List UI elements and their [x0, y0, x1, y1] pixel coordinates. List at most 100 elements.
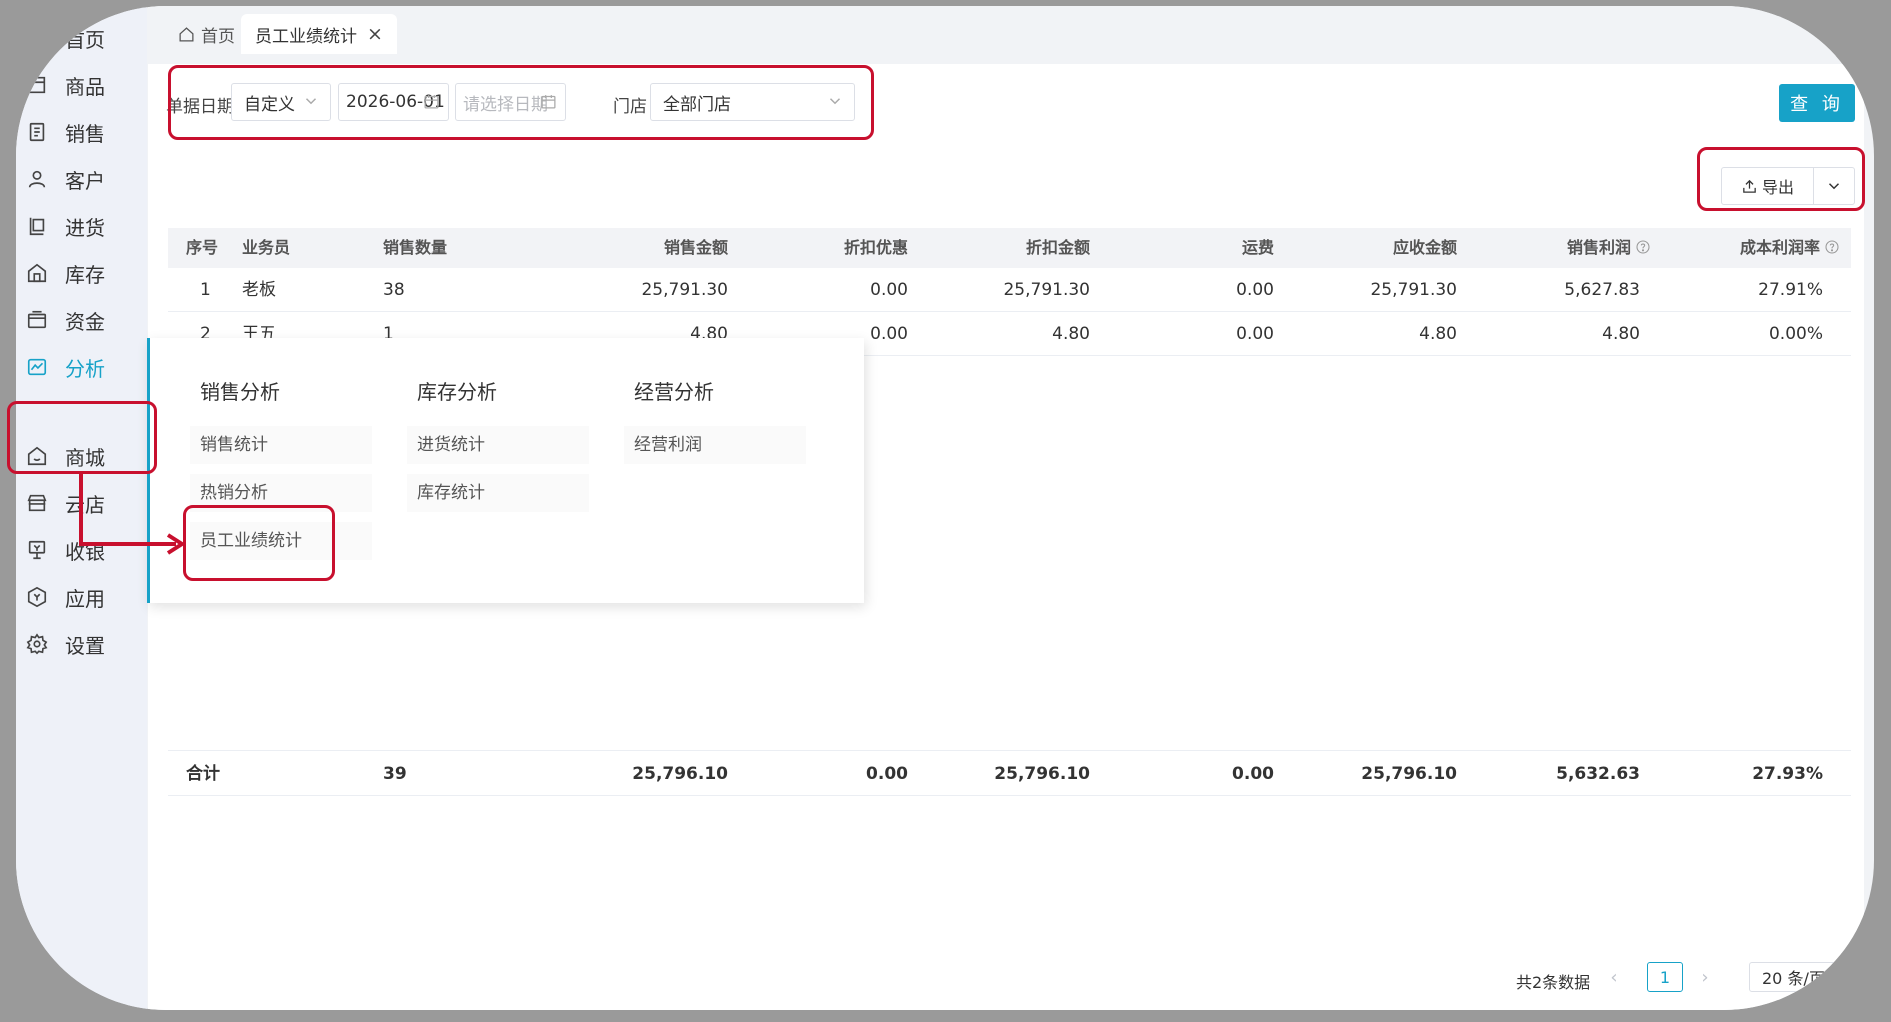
summary-freight: 0.00: [1232, 764, 1274, 784]
annotation-box-analysis: [7, 401, 157, 474]
summary-qty: 39: [383, 764, 407, 784]
col-header-discount[interactable]: 折扣优惠: [798, 228, 908, 268]
tab-label: 首页: [201, 26, 235, 47]
pager-total: 共2条数据: [1516, 973, 1591, 992]
cell-freight: 0.00: [1236, 324, 1274, 344]
analysis-icon: [26, 356, 48, 378]
col-header-profit[interactable]: 销售利润: [1567, 228, 1651, 268]
customer-icon: [26, 168, 48, 190]
table-row[interactable]: 1 老板 38 25,791.30 0.00 25,791.30 0.00 25…: [168, 268, 1851, 312]
purchase-icon: [26, 215, 48, 237]
sidebar-item-label: 收银: [65, 539, 105, 564]
col-header-margin[interactable]: 成本利润率: [1740, 228, 1840, 268]
cell-profit: 4.80: [1602, 324, 1640, 344]
table-header: 序号 业务员 销售数量 销售金额 折扣优惠 折扣金额 运费 应收金额 销售利润 …: [168, 228, 1851, 268]
close-icon[interactable]: ×: [367, 23, 383, 45]
sidebar-item-customer[interactable]: 客户: [16, 159, 147, 199]
sidebar-item-label: 云店: [65, 492, 105, 517]
annotation-box-export: [1697, 147, 1865, 211]
sidebar-item-label: 进货: [65, 215, 105, 240]
sidebar-item-product[interactable]: 商品: [16, 65, 147, 105]
sidebar-item-label: 设置: [65, 633, 105, 658]
col-header-receivable[interactable]: 应收金额: [1347, 228, 1457, 268]
col-header-amount[interactable]: 销售金额: [618, 228, 728, 268]
cell-receivable: 25,791.30: [1370, 280, 1457, 300]
cashier-icon: [26, 539, 48, 561]
funds-icon: [26, 309, 48, 331]
menu-group-title: 库存分析: [417, 380, 497, 404]
page-number-button[interactable]: 1: [1647, 962, 1683, 992]
cell-no: 1: [200, 280, 211, 300]
summary-profit: 5,632.63: [1556, 764, 1640, 784]
page-size-select[interactable]: 20 条/页: [1749, 962, 1839, 992]
sidebar-item-apps[interactable]: 应用: [16, 577, 147, 617]
menu-group-title: 销售分析: [200, 380, 280, 404]
inventory-icon: [26, 262, 48, 284]
menu-item-purchase-stats[interactable]: 进货统计: [407, 426, 589, 464]
sidebar-item-settings[interactable]: 设置: [16, 624, 147, 664]
prev-page-icon[interactable]: ‹: [1602, 962, 1626, 992]
menu-group-title: 经营分析: [634, 380, 714, 404]
sidebar-item-label: 销售: [65, 121, 105, 146]
col-header-profit-label: 销售利润: [1567, 238, 1632, 257]
home-icon: [179, 26, 194, 42]
cell-receivable: 4.80: [1419, 324, 1457, 344]
annotation-box-filters: [168, 65, 874, 140]
summary-margin: 27.93%: [1752, 764, 1823, 784]
tab-bar: 首页 员工业绩统计 ×: [148, 6, 1874, 56]
sidebar-item-label: 库存: [65, 262, 105, 287]
cell-margin: 0.00%: [1768, 324, 1823, 344]
cell-margin: 27.91%: [1758, 280, 1823, 300]
sidebar-item-label: 首页: [65, 27, 105, 52]
cell-disc-amount: 25,791.30: [1003, 280, 1090, 300]
apps-icon: [26, 586, 48, 608]
sidebar-item-label: 资金: [65, 309, 105, 334]
sidebar-item-label: 分析: [65, 356, 105, 381]
next-page-icon[interactable]: ›: [1693, 962, 1717, 992]
sidebar: 首页 商品 销售 客户 进货 库存 资金 分析 商城 云店 收银 应用 设置: [16, 6, 147, 1010]
col-header-staff[interactable]: 业务员: [242, 228, 290, 268]
summary-discount: 0.00: [866, 764, 908, 784]
sales-icon: [26, 121, 48, 143]
col-header-qty[interactable]: 销售数量: [383, 228, 447, 268]
cell-freight: 0.00: [1236, 280, 1274, 300]
menu-item-operating-profit[interactable]: 经营利润: [624, 426, 806, 464]
sidebar-item-cashier[interactable]: 收银: [16, 530, 147, 570]
menu-item-inventory-stats[interactable]: 库存统计: [407, 474, 589, 512]
cell-discount: 0.00: [870, 280, 908, 300]
cloud-store-icon: [26, 492, 48, 514]
sidebar-item-sales[interactable]: 销售: [16, 112, 147, 152]
product-icon: [26, 74, 48, 96]
sidebar-item-label: 客户: [65, 168, 105, 193]
col-header-no[interactable]: 序号: [186, 228, 218, 268]
cell-amount: 25,791.30: [641, 280, 728, 300]
sidebar-item-label: 商品: [65, 74, 105, 99]
help-icon[interactable]: [1824, 239, 1840, 255]
cell-staff: 老板: [242, 280, 276, 300]
tab-label: 员工业绩统计: [255, 26, 357, 47]
summary-disc-amount: 25,796.10: [994, 764, 1090, 784]
sidebar-item-cloud-store[interactable]: 云店: [16, 483, 147, 523]
col-header-margin-label: 成本利润率: [1740, 238, 1821, 257]
summary-receivable: 25,796.10: [1361, 764, 1457, 784]
home-icon: [26, 27, 48, 49]
sidebar-item-label: 应用: [65, 586, 105, 611]
sidebar-item-analysis[interactable]: 分析: [16, 347, 147, 387]
settings-icon: [26, 633, 48, 655]
sidebar-item-inventory[interactable]: 库存: [16, 253, 147, 293]
col-header-disc-amount[interactable]: 折扣金额: [980, 228, 1090, 268]
query-button[interactable]: 查 询: [1779, 84, 1855, 122]
tab-staff-performance[interactable]: 员工业绩统计 ×: [241, 14, 397, 54]
help-icon[interactable]: [1635, 239, 1651, 255]
sidebar-item-purchase[interactable]: 进货: [16, 206, 147, 246]
col-header-freight[interactable]: 运费: [1164, 228, 1274, 268]
summary-row: 合计 39 25,796.10 0.00 25,796.10 0.00 25,7…: [168, 750, 1851, 796]
sidebar-item-home[interactable]: 首页: [16, 18, 147, 58]
tab-home[interactable]: 首页: [164, 14, 249, 54]
cell-disc-amount: 4.80: [1052, 324, 1090, 344]
cell-profit: 5,627.83: [1564, 280, 1640, 300]
menu-item-sales-stats[interactable]: 销售统计: [190, 426, 372, 464]
cell-qty: 38: [383, 280, 405, 300]
sidebar-item-funds[interactable]: 资金: [16, 300, 147, 340]
summary-amount: 25,796.10: [632, 764, 728, 784]
